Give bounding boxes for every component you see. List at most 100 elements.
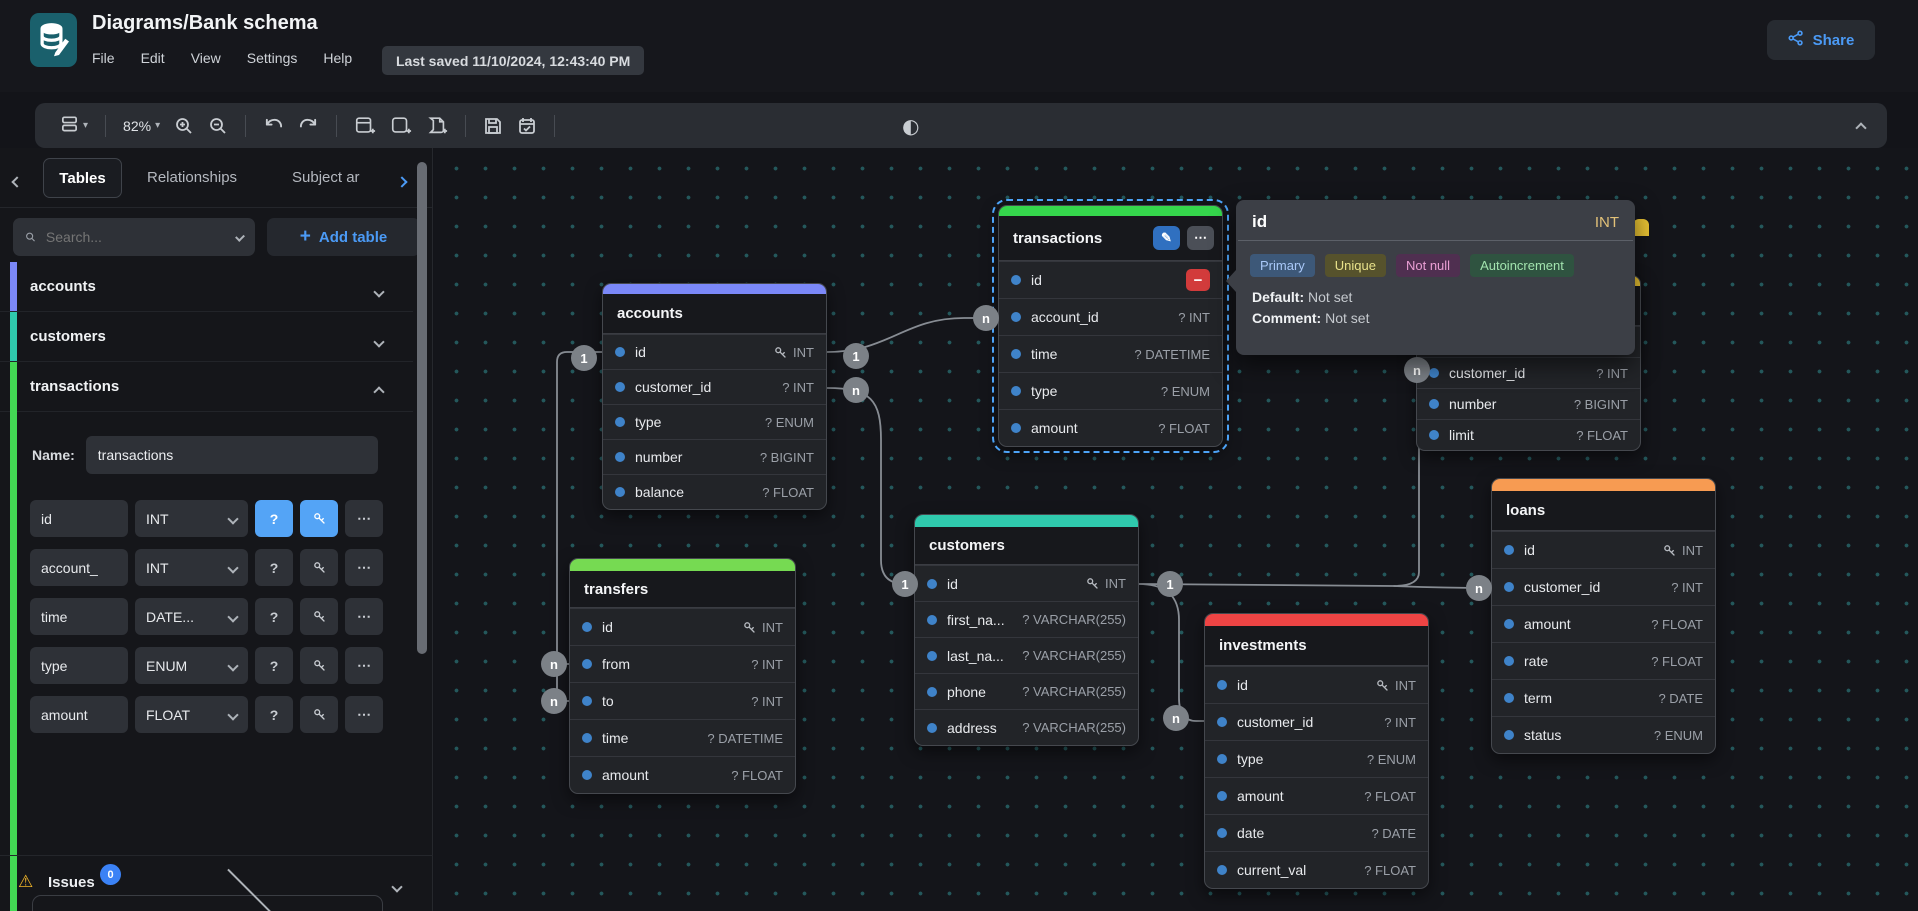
table-field-row[interactable]: id− [999, 261, 1222, 298]
primary-key-button[interactable] [300, 549, 338, 586]
add-table-button-sidebar[interactable]: + Add table [267, 218, 420, 256]
table-field-row[interactable]: number? BIGINT [603, 439, 826, 474]
relationship-line[interactable] [1139, 584, 1491, 588]
diagram-table-customers[interactable]: customers id INT first_na...? VARCHAR(25… [914, 514, 1139, 746]
tabs-scroll-left-button[interactable] [13, 173, 21, 191]
field-name-input[interactable]: amount [30, 696, 128, 733]
diagram-table-investments[interactable]: investments id INT customer_id? INT type… [1204, 613, 1429, 889]
field-type-dropdown[interactable]: FLOAT [135, 696, 248, 733]
table-title-row[interactable]: transfers [570, 571, 795, 608]
toolbar-collapse-button[interactable] [1857, 119, 1865, 137]
table-field-row[interactable]: id INT [915, 565, 1138, 601]
tab-tables[interactable]: Tables [43, 158, 122, 198]
table-field-row[interactable]: amount? FLOAT [570, 756, 795, 793]
share-button[interactable]: Share [1767, 20, 1875, 60]
add-note-button[interactable] [419, 111, 455, 140]
chevron-down-icon[interactable] [235, 232, 245, 242]
menu-view[interactable]: View [191, 50, 221, 66]
zoom-level-dropdown[interactable]: 82% ▾ [116, 114, 167, 138]
diagram-canvas[interactable]: id INT customer_id? INT number? BIGINT l… [434, 148, 1918, 911]
zoom-in-button[interactable] [167, 112, 201, 140]
tab-relationships[interactable]: Relationships [147, 169, 237, 186]
tab-subject-areas[interactable]: Subject ar [292, 169, 384, 186]
field-name-input[interactable]: type [30, 647, 128, 684]
field-more-options-button[interactable]: ⋯ [345, 549, 383, 586]
field-type-dropdown[interactable]: DATE... [135, 598, 248, 635]
diagram-table-transactions[interactable]: transactions✎ ⋯ id− account_id? INT time… [998, 205, 1223, 447]
nullable-toggle-button[interactable]: ? [255, 500, 293, 537]
table-field-row[interactable]: customer_id? INT [1417, 357, 1640, 388]
table-more-options-button[interactable]: ⋯ [1187, 226, 1214, 250]
diagram-table-loans[interactable]: loans id INT customer_id? INT amount? FL… [1491, 478, 1716, 754]
zoom-out-button[interactable] [201, 112, 235, 140]
menu-help[interactable]: Help [323, 50, 352, 66]
header-layout-button[interactable]: ▾ [53, 110, 95, 142]
menu-file[interactable]: File [92, 50, 115, 66]
table-title-row[interactable]: transactions✎ ⋯ [999, 216, 1222, 261]
table-field-row[interactable]: to? INT [570, 682, 795, 719]
sidebar-scrollbar[interactable] [417, 162, 427, 654]
nullable-toggle-button[interactable]: ? [255, 549, 293, 586]
field-type-dropdown[interactable]: INT [135, 549, 248, 586]
table-field-row[interactable]: id INT [603, 334, 826, 369]
table-field-row[interactable]: id INT [1492, 531, 1715, 568]
undo-button[interactable] [256, 112, 291, 139]
table-field-row[interactable]: type? ENUM [603, 404, 826, 439]
field-name-input[interactable]: account_ [30, 549, 128, 586]
table-field-row[interactable]: last_na...? VARCHAR(255) [915, 637, 1138, 673]
table-field-row[interactable]: term? DATE [1492, 679, 1715, 716]
table-list-item[interactable]: transactions [0, 362, 413, 412]
table-field-row[interactable]: customer_id? INT [603, 369, 826, 404]
relationship-line[interactable] [827, 388, 915, 584]
field-type-dropdown[interactable]: ENUM [135, 647, 248, 684]
table-name-input[interactable] [86, 436, 378, 474]
nullable-toggle-button[interactable]: ? [255, 696, 293, 733]
delete-field-button[interactable]: − [1186, 269, 1210, 291]
table-field-row[interactable]: time? DATETIME [570, 719, 795, 756]
table-field-row[interactable]: status? ENUM [1492, 716, 1715, 753]
table-field-row[interactable]: limit? FLOAT [1417, 419, 1640, 450]
theme-toggle-button[interactable]: ◐ [895, 110, 926, 142]
field-more-options-button[interactable]: ⋯ [345, 598, 383, 635]
save-button[interactable] [476, 112, 510, 140]
field-type-dropdown[interactable]: INT [135, 500, 248, 537]
redo-button[interactable] [291, 112, 326, 139]
table-field-row[interactable]: id INT [1205, 666, 1428, 703]
table-field-row[interactable]: type? ENUM [999, 372, 1222, 409]
table-field-row[interactable]: type? ENUM [1205, 740, 1428, 777]
field-more-options-button[interactable]: ⋯ [345, 696, 383, 733]
field-more-options-button[interactable]: ⋯ [345, 500, 383, 537]
table-field-row[interactable]: amount? FLOAT [1492, 605, 1715, 642]
primary-key-button[interactable] [300, 647, 338, 684]
add-table-button[interactable] [347, 111, 383, 140]
table-title-row[interactable]: accounts [603, 294, 826, 334]
menu-settings[interactable]: Settings [247, 50, 298, 66]
table-field-row[interactable]: date? DATE [1205, 814, 1428, 851]
primary-key-button[interactable] [300, 598, 338, 635]
field-name-input[interactable]: id [30, 500, 128, 537]
diagram-table-transfers[interactable]: transfers id INT from? INT to? INT time?… [569, 558, 796, 794]
chevron-up-icon[interactable] [375, 383, 383, 401]
search-input[interactable] [46, 229, 227, 245]
table-field-row[interactable]: rate? FLOAT [1492, 642, 1715, 679]
table-field-row[interactable]: number? BIGINT [1417, 388, 1640, 419]
nullable-toggle-button[interactable]: ? [255, 647, 293, 684]
primary-key-button[interactable] [300, 696, 338, 733]
table-title-row[interactable]: customers [915, 527, 1138, 565]
table-field-row[interactable]: amount? FLOAT [999, 409, 1222, 446]
search-box[interactable] [13, 218, 255, 256]
field-name-input[interactable]: time [30, 598, 128, 635]
table-title-row[interactable]: investments [1205, 626, 1428, 666]
chevron-down-icon[interactable] [375, 283, 383, 301]
table-field-row[interactable]: id INT [570, 608, 795, 645]
tabs-scroll-right-button[interactable] [398, 173, 406, 191]
table-field-row[interactable]: from? INT [570, 645, 795, 682]
issues-footer[interactable]: ⚠ Issues 0 [0, 855, 433, 911]
table-field-row[interactable]: first_na...? VARCHAR(255) [915, 601, 1138, 637]
table-field-row[interactable]: customer_id? INT [1492, 568, 1715, 605]
table-field-row[interactable]: address? VARCHAR(255) [915, 709, 1138, 745]
table-field-row[interactable]: amount? FLOAT [1205, 777, 1428, 814]
table-title-row[interactable]: loans [1492, 491, 1715, 531]
table-field-row[interactable]: current_val? FLOAT [1205, 851, 1428, 888]
todo-calendar-button[interactable] [510, 112, 544, 140]
